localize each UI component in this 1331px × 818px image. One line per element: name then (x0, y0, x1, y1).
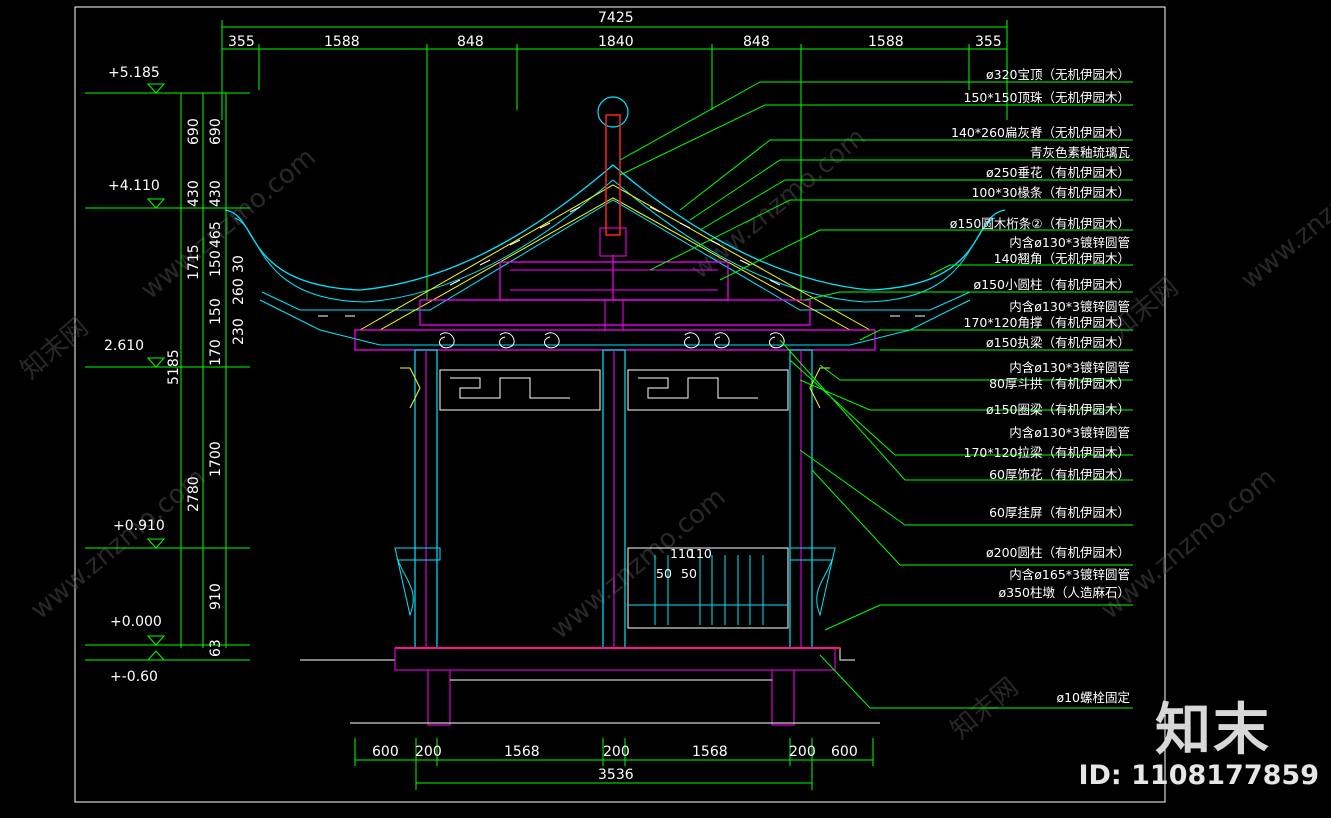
top-dim-6: 1588 (868, 34, 904, 50)
watermark-text: 知末网 (15, 312, 94, 385)
annotation: 内含ø130*3镀锌圆管 (1009, 235, 1130, 250)
left-dim: 465 (208, 221, 224, 248)
bottom-dims: 600 200 1568 200 1568 200 600 3536 (372, 744, 858, 783)
bracket-band (439, 332, 785, 349)
left-dim: 430 (208, 180, 224, 207)
ground-line (300, 647, 855, 661)
left-dim: 5185 (166, 349, 182, 385)
annotation: 100*30椽条（有机伊园木） (971, 185, 1130, 200)
cad-drawing-canvas: www.znzmo.com www.znzmo.com www.znzmo.co… (15, 6, 1331, 803)
brand-logo-text: 知末 (1155, 698, 1271, 763)
annotation: ø150圈梁（有机伊园木） (986, 402, 1130, 417)
bench-side-left (394, 547, 441, 617)
roof-outline (234, 179, 996, 303)
left-dim: 30 (231, 255, 247, 273)
annotation: 内含ø130*3镀锌圆管 (1009, 360, 1130, 375)
level-top: +5.185 (108, 65, 160, 81)
annotation: 80厚斗拱（有机伊园木） (989, 376, 1130, 391)
left-dim: 430 (186, 180, 202, 207)
top-dim-7: 355 (975, 34, 1002, 50)
roof (224, 96, 1006, 351)
left-dim: 690 (208, 118, 224, 145)
top-dim-2: 1588 (324, 34, 360, 50)
finial-ball (597, 96, 629, 128)
annotation: 60厚挂屏（有机伊园木） (989, 505, 1130, 520)
annotation: 青灰色素釉琉璃瓦 (1030, 145, 1130, 160)
level-beam: 2.610 (104, 338, 144, 354)
left-dim: 260 (231, 278, 247, 305)
id-label: ID: 1108177859 (1078, 760, 1319, 791)
bottom-dim-1: 600 (372, 744, 399, 760)
left-dim: 690 (186, 118, 202, 145)
levels: +5.185 +4.110 2.610 +0.910 +0.000 +-0.60 (104, 65, 165, 685)
annotation: 140*260扁灰脊（无机伊园木） (951, 125, 1130, 140)
watermark-text: www.znzmo.com (135, 142, 321, 305)
level-ground: +-0.60 (110, 669, 158, 685)
bottom-dim-3: 1568 (504, 744, 540, 760)
annotation: ø10螺栓固定 (1056, 690, 1130, 705)
finial-post (605, 114, 621, 236)
bottom-dim-7: 600 (831, 744, 858, 760)
watermark-text: www.znzmo.com (1235, 132, 1331, 295)
top-dim-4: 1840 (598, 34, 634, 50)
annotation: ø150小圆柱（有机伊园木） (973, 277, 1130, 292)
bottom-dim-6: 200 (789, 744, 816, 760)
left-dim: 150 (208, 250, 224, 277)
annotation: 170*120拉梁（有机伊园木） (964, 445, 1130, 460)
left-dim: 2780 (186, 476, 202, 512)
left-dim: 170 (208, 339, 224, 366)
left-dim: 230 (231, 318, 247, 345)
left-dim: 150 (208, 298, 224, 325)
annotation: 内含ø130*3镀锌圆管 (1009, 425, 1130, 440)
total-width-dim: 7425 (598, 10, 634, 26)
eave-beam (354, 329, 876, 351)
watermark-text: www.znzmo.com (545, 482, 731, 645)
bench-dim: 110 (688, 546, 712, 561)
annotation: 150*150顶珠（无机伊园木） (964, 90, 1130, 105)
footing-left (427, 669, 451, 726)
bottom-dim-4: 200 (603, 744, 630, 760)
annotation: ø320宝顶（无机伊园木） (986, 67, 1130, 82)
top-dim-3: 848 (457, 34, 484, 50)
annotation: 内含ø165*3镀锌圆管 (1009, 567, 1130, 582)
level-eave: +4.110 (108, 178, 160, 194)
base-foundation (300, 647, 880, 726)
hanging-flower (599, 227, 627, 257)
level-bench: +0.910 (113, 518, 165, 534)
left-dims-inner: 690 430 465 150 30 260 150 230 170 1700 (208, 118, 247, 477)
annotation: 140翘角（无机伊园木） (994, 251, 1130, 266)
bottom-dim-5: 1568 (692, 744, 728, 760)
top-dim-1: 355 (228, 34, 255, 50)
annotation: ø150执梁（有机伊园木） (986, 335, 1130, 350)
annotation: ø350柱墩（人造麻石） (998, 585, 1130, 600)
annotation: ø200圆柱（有机伊园木） (986, 545, 1130, 560)
bench-dim: 50 (656, 566, 672, 581)
annotation: 170*120角撑（有机伊园木） (964, 315, 1130, 330)
lattice-screen (400, 367, 830, 411)
bench-dim: 50 (681, 566, 697, 581)
roof-underside (261, 199, 971, 311)
columns (414, 349, 813, 649)
left-dim: 910 (208, 583, 224, 610)
level-floor: +0.000 (110, 614, 162, 630)
ridge-purlin (510, 269, 718, 291)
watermark-text: 知末网 (945, 672, 1024, 745)
annotation: ø250垂花（有机伊园木） (986, 165, 1130, 180)
annotation: ø150圆木桁条②（有机伊园木） (950, 216, 1130, 231)
foundation-slab (394, 647, 836, 671)
footing-right (771, 669, 795, 726)
annotation: 内含ø130*3镀锌圆管 (1009, 299, 1130, 314)
bottom-dim-2: 200 (415, 744, 442, 760)
tie-beam (419, 299, 811, 326)
left-dim: 63 (208, 639, 224, 657)
watermark-text: www.znzmo.com (685, 122, 871, 285)
annotation: 60厚饰花（有机伊园木） (989, 467, 1130, 482)
top-dims: 355 1588 848 1840 848 1588 355 (228, 34, 1002, 50)
bottom-total-dim: 3536 (598, 767, 634, 783)
watermark-text: www.znzmo.com (1095, 462, 1281, 625)
left-dim: 1700 (208, 441, 224, 477)
watermark-text: www.znzmo.com (25, 462, 211, 625)
top-dim-5: 848 (743, 34, 770, 50)
left-dim: 1715 (186, 244, 202, 280)
